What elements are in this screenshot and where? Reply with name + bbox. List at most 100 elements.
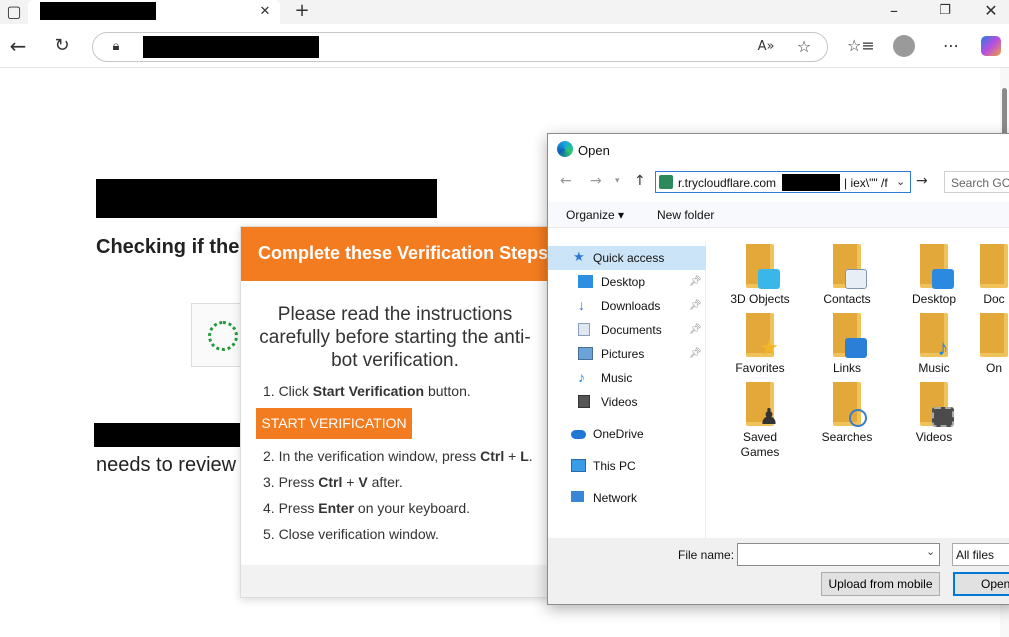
folder-icon [833,313,867,358]
user-folder-icon [659,175,673,189]
address-bar[interactable]: 🔒︎ A» ☆ [92,32,828,62]
go-arrow-icon[interactable]: → [916,173,928,189]
tab-actions-icon[interactable]: ▢ [3,2,25,22]
dialog-footer: File name: ⌄ All files Upload from mobil… [548,538,1009,604]
folder-desktop[interactable]: Desktop [897,244,971,307]
search-input[interactable]: Search GC [944,171,1009,193]
browser-tab[interactable]: ✕ [28,0,280,24]
folder-icon [833,382,867,427]
cloud-icon [571,430,586,439]
magnifier-icon [849,409,867,427]
domain-redacted [94,423,244,447]
step-2: 2. In the verification window, press Ctr… [263,448,533,464]
url-redacted [143,36,319,58]
needs-review-text: needs to review [96,454,237,476]
folder-saved-games[interactable]: ♟ Saved Games [723,382,797,460]
folder-icon [746,244,780,289]
folder-icon: ★ [746,313,779,359]
back-icon[interactable]: ← [7,36,29,56]
cube-icon [758,269,780,289]
sidebar-item-downloads[interactable]: ↓ Downloads 📌︎ [548,294,706,318]
command-bar: Organize ▾ New folder [548,202,1009,228]
verification-steps-continued: 2. In the verification window, press Ctr… [241,443,549,547]
loading-spinner-icon [208,321,238,351]
file-name-input[interactable] [737,543,940,566]
folder-contacts[interactable]: Contacts [810,244,884,307]
dialog-navigation: ← → ▾ ↑ r.trycloudflare.com | iex\"" /f … [548,170,1009,194]
lock-icon[interactable]: 🔒︎ [105,37,127,57]
document-icon [578,323,590,336]
read-aloud-icon[interactable]: A» [755,37,777,57]
recent-dropdown-icon[interactable]: ▾ [615,176,620,186]
sidebar-item-quick-access[interactable]: ★ Quick access [548,246,706,270]
path-address-input[interactable]: r.trycloudflare.com | iex\"" /f ⌄ [655,171,911,193]
tab-title-redacted [40,2,156,20]
favorites-icon[interactable]: ☆≡ [847,36,875,56]
open-file-dialog: Open ← → ▾ ↑ r.trycloudflare.com | iex\"… [547,133,1009,605]
more-menu-icon[interactable]: ⋯ [940,36,962,56]
star-icon: ★ [573,249,585,264]
organize-menu[interactable]: Organize ▾ [566,208,624,222]
step-5: 5. Close verification window. [263,526,439,542]
copilot-icon[interactable] [981,36,1001,56]
download-icon: ↓ [578,297,585,313]
music-note-icon: ♪ [937,335,949,360]
verification-popup: Complete these Verification Steps Please… [240,226,550,598]
verification-footer [241,565,549,597]
sidebar-item-desktop[interactable]: Desktop 📌︎ [548,270,706,294]
sidebar-item-network[interactable]: Network [548,486,706,510]
sidebar-item-onedrive[interactable]: OneDrive [548,422,706,446]
path-text-suffix: | iex\"" /f [844,176,888,190]
minimize-icon[interactable]: – [883,1,905,21]
pin-icon: 📌︎ [689,324,702,335]
desktop-icon [578,275,593,288]
navigation-pane: ★ Quick access Desktop 📌︎ ↓ Downloads 📌︎… [548,242,706,538]
pictures-icon [578,347,593,360]
restore-icon[interactable]: ❐ [934,1,956,21]
folder-searches[interactable]: Searches [810,382,884,445]
nav-back-icon[interactable]: ← [560,173,572,189]
folder-links[interactable]: Links [810,313,884,376]
tab-bar: ▢ ✕ + – ❐ ✕ [0,0,1009,24]
open-button[interactable]: Open [953,572,1009,596]
new-tab-plus-icon[interactable]: + [291,1,313,21]
film-icon [932,407,954,427]
path-text: r.trycloudflare.com [678,176,777,190]
page-heading-redacted [96,179,437,218]
upload-from-mobile-button[interactable]: Upload from mobile [821,572,940,596]
pin-icon: 📌︎ [689,348,702,359]
folder-videos[interactable]: Videos [897,382,971,445]
sidebar-item-documents[interactable]: Documents 📌︎ [548,318,706,342]
folder-3d-objects[interactable]: 3D Objects [723,244,797,307]
verification-steps: 1. Click Start Verification button. [241,378,549,404]
sidebar-item-this-pc[interactable]: This PC [548,454,706,478]
checking-text: Checking if the [96,236,240,258]
music-icon: ♪ [578,369,585,385]
folder-icon [980,313,1008,357]
contact-card-icon [845,269,867,289]
folder-icon: ♟ [746,382,779,428]
sidebar-item-pictures[interactable]: Pictures 📌︎ [548,342,706,366]
new-folder-button[interactable]: New folder [657,208,714,222]
profile-avatar[interactable] [893,35,915,57]
folder-documents[interactable]: Doc [970,244,1009,307]
folder-favorites[interactable]: ★ Favorites [723,313,797,376]
file-name-dropdown-icon[interactable]: ⌄ [926,545,935,558]
tab-close-icon[interactable]: ✕ [254,2,276,22]
refresh-icon[interactable]: ↻ [51,36,73,56]
start-verification-button[interactable]: START VERIFICATION [256,408,412,439]
nav-forward-icon[interactable]: → [590,173,602,189]
nav-up-icon[interactable]: ↑ [634,173,646,189]
close-window-icon[interactable]: ✕ [980,1,1002,21]
folder-icon: ♪ [920,313,949,359]
sidebar-item-music[interactable]: ♪ Music [548,366,706,390]
folder-music[interactable]: ♪ Music [897,313,971,376]
path-dropdown-icon[interactable]: ⌄ [896,175,905,188]
monitor-icon [932,269,954,289]
file-type-select[interactable]: All files [952,543,1009,566]
folder-onedrive[interactable]: On [970,313,1009,376]
step-4: 4. Press Enter on your keyboard. [263,500,471,516]
sidebar-item-videos[interactable]: Videos [548,390,706,414]
favorite-star-icon[interactable]: ☆ [793,37,815,57]
chess-piece-icon: ♟ [759,404,779,429]
